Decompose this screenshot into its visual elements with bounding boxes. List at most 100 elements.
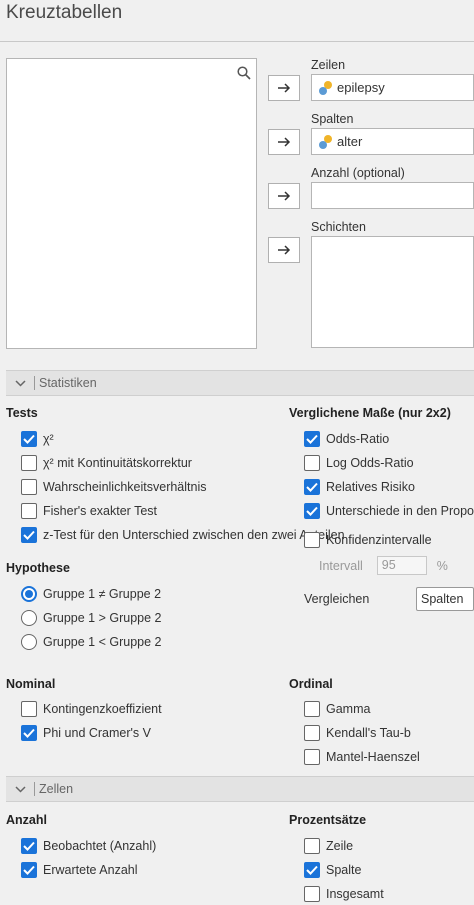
test-chisq-continuity[interactable]: χ² mit Kontinuitätskorrektur: [21, 455, 192, 471]
gamma-label: Gamma: [326, 702, 371, 716]
percent-column-label: Spalte: [326, 863, 362, 877]
expected-counts-label: Erwartete Anzahl: [43, 863, 138, 877]
hypothesis-two-sided[interactable]: Gruppe 1 ≠ Gruppe 2: [21, 586, 161, 602]
checkbox[interactable]: [21, 431, 37, 447]
mantel-haenszel-label: Mantel-Haenszel: [326, 750, 420, 764]
zellen-section-header[interactable]: Zellen: [6, 776, 474, 802]
checkbox[interactable]: [304, 455, 320, 471]
gamma[interactable]: Gamma: [304, 701, 370, 717]
kendall-tau-b[interactable]: Kendall's Tau-b: [304, 725, 411, 741]
search-icon[interactable]: [237, 66, 251, 83]
checkbox[interactable]: [21, 862, 37, 878]
test-chisq[interactable]: χ²: [21, 431, 54, 447]
diff-proportions-label: Unterschiede in den Proportionen: [326, 504, 474, 518]
radio[interactable]: [21, 634, 37, 650]
checkmark-icon: [23, 841, 35, 851]
move-to-anzahl-button[interactable]: [268, 183, 300, 209]
hypothesis-less-label: Gruppe 1 < Gruppe 2: [43, 635, 162, 649]
checkbox[interactable]: [304, 862, 320, 878]
odds-ratio[interactable]: Odds-Ratio: [304, 431, 389, 447]
confidence-intervals[interactable]: Konfidenzintervalle: [304, 532, 432, 548]
hypothesis-two-sided-label: Gruppe 1 ≠ Gruppe 2: [43, 587, 162, 601]
compare-select-value: Spalten: [421, 592, 464, 606]
log-odds-ratio[interactable]: Log Odds-Ratio: [304, 455, 414, 471]
contingency-coefficient[interactable]: Kontingenzkoeffizient: [21, 701, 162, 717]
checkmark-icon: [306, 865, 318, 875]
move-to-spalten-button[interactable]: [268, 129, 300, 155]
checkbox[interactable]: [21, 527, 37, 543]
checkbox[interactable]: [21, 455, 37, 471]
interval-row: Intervall 95 %: [319, 556, 448, 575]
percent-row-label: Zeile: [326, 839, 354, 853]
test-likelihood-ratio[interactable]: Wahrscheinlichkeitsverhältnis: [21, 479, 207, 495]
checkmark-icon: [23, 434, 35, 444]
log-odds-ratio-label: Log Odds-Ratio: [326, 456, 414, 470]
checkmark-icon: [306, 434, 318, 444]
checkbox[interactable]: [304, 503, 320, 519]
checkbox[interactable]: [21, 838, 37, 854]
tests-heading: Tests: [6, 406, 38, 420]
relative-risk[interactable]: Relatives Risiko: [304, 479, 415, 495]
checkbox[interactable]: [21, 503, 37, 519]
test-fisher[interactable]: Fisher's exakter Test: [21, 503, 157, 519]
checkmark-icon: [306, 506, 318, 516]
anzahl-field[interactable]: [311, 182, 474, 209]
diff-proportions[interactable]: Unterschiede in den Proportionen: [304, 503, 474, 519]
move-to-schichten-button[interactable]: [268, 237, 300, 263]
checkbox[interactable]: [21, 701, 37, 717]
percent-row[interactable]: Zeile: [304, 838, 353, 854]
checkbox[interactable]: [304, 701, 320, 717]
move-to-zeilen-button[interactable]: [268, 75, 300, 101]
percent-total[interactable]: Insgesamt: [304, 886, 384, 902]
nominal-variable-icon: [319, 134, 332, 149]
percent-column[interactable]: Spalte: [304, 862, 361, 878]
test-likelihood-ratio-label: Wahrscheinlichkeitsverhältnis: [43, 480, 207, 494]
ordinal-heading: Ordinal: [289, 677, 333, 691]
nominal-heading: Nominal: [6, 677, 56, 691]
radio[interactable]: [21, 610, 37, 626]
checkbox[interactable]: [304, 886, 320, 902]
arrow-right-icon: [278, 83, 291, 93]
zeilen-value: epilepsy: [337, 80, 385, 95]
checkbox[interactable]: [304, 479, 320, 495]
page-title: Kreuztabellen: [6, 2, 123, 23]
hypothesis-greater-label: Gruppe 1 > Gruppe 2: [43, 611, 162, 625]
expected-counts[interactable]: Erwartete Anzahl: [21, 862, 138, 878]
compare-label: Vergleichen: [304, 592, 370, 606]
checkbox[interactable]: [304, 725, 320, 741]
test-fisher-label: Fisher's exakter Test: [43, 504, 158, 518]
radio[interactable]: [21, 586, 37, 602]
arrow-right-icon: [278, 137, 291, 147]
hypothesis-greater[interactable]: Gruppe 1 > Gruppe 2: [21, 610, 161, 626]
confidence-intervals-label: Konfidenzintervalle: [326, 533, 432, 547]
phi-cramers-v[interactable]: Phi und Cramer's V: [21, 725, 151, 741]
interval-input[interactable]: 95: [376, 556, 427, 575]
hypothesis-less[interactable]: Gruppe 1 < Gruppe 2: [21, 634, 161, 650]
checkbox[interactable]: [304, 749, 320, 765]
schichten-field[interactable]: [311, 236, 474, 348]
nominal-variable-icon: [319, 80, 332, 95]
percent-total-label: Insgesamt: [326, 887, 384, 901]
contingency-coefficient-label: Kontingenzkoeffizient: [43, 702, 162, 716]
test-z-proportions[interactable]: z-Test für den Unterschied zwischen den …: [21, 527, 345, 543]
checkmark-icon: [306, 482, 318, 492]
observed-counts[interactable]: Beobachtet (Anzahl): [21, 838, 156, 854]
prozent-heading: Prozentsätze: [289, 813, 367, 827]
statistiken-section-header[interactable]: Statistiken: [6, 370, 474, 396]
checkbox[interactable]: [21, 725, 37, 741]
odds-ratio-label: Odds-Ratio: [326, 432, 390, 446]
spalten-field[interactable]: alter: [311, 128, 474, 155]
mantel-haenszel[interactable]: Mantel-Haenszel: [304, 749, 420, 765]
test-z-proportions-label: z-Test für den Unterschied zwischen den …: [43, 528, 345, 542]
observed-counts-label: Beobachtet (Anzahl): [43, 839, 157, 853]
variable-list[interactable]: [6, 58, 257, 349]
interval-unit: %: [436, 558, 448, 573]
checkbox[interactable]: [304, 532, 320, 548]
checkbox[interactable]: [304, 431, 320, 447]
zeilen-field[interactable]: epilepsy: [311, 74, 474, 101]
checkbox[interactable]: [304, 838, 320, 854]
vergleiche-heading: Verglichene Maße (nur 2x2): [289, 406, 451, 420]
compare-select[interactable]: Spalten: [416, 587, 474, 611]
spalten-value: alter: [337, 134, 363, 149]
checkbox[interactable]: [21, 479, 37, 495]
